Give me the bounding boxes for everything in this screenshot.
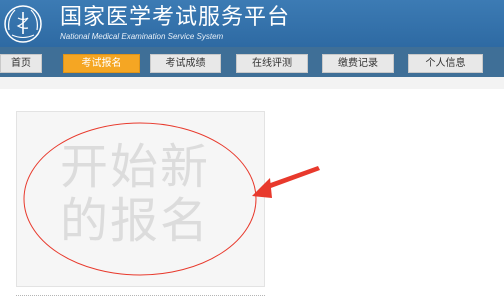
annotation-overlay	[23, 122, 320, 276]
annotation-circle	[23, 122, 257, 276]
annotation-arrow-icon	[252, 166, 320, 198]
